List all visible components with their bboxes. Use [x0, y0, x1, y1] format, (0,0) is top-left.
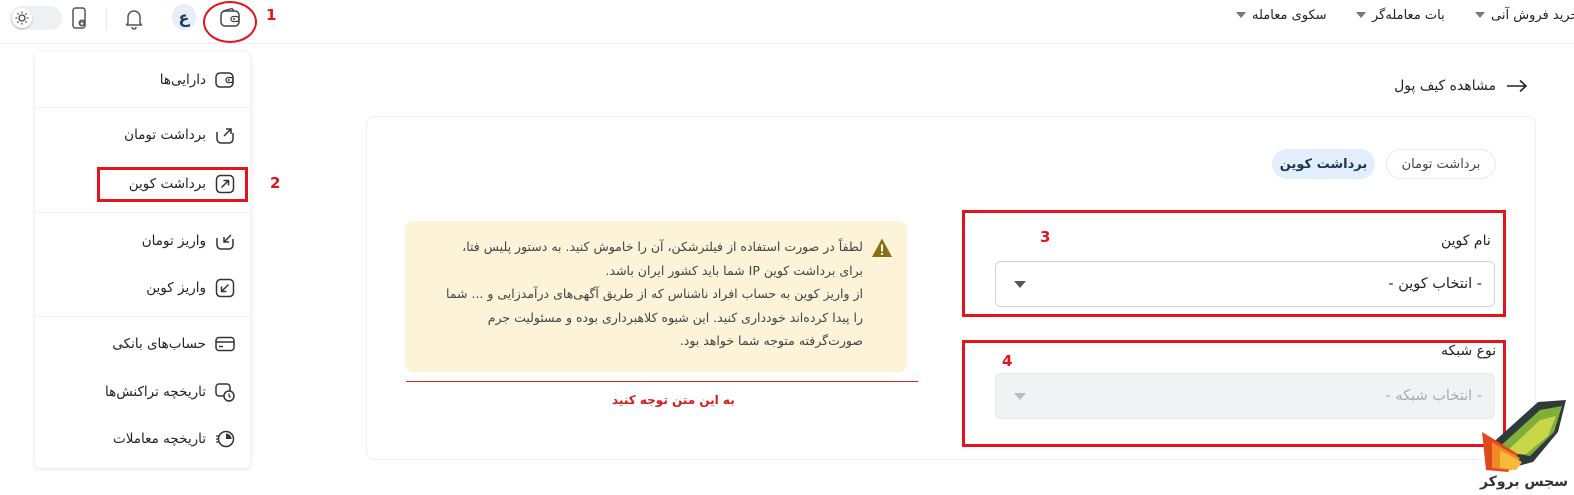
deposit-toman-icon: [216, 234, 234, 250]
nav-trading-bot[interactable]: بات معامله‌گر: [1356, 8, 1445, 23]
annotation-note: به این متن توجه کنید: [612, 393, 735, 407]
annotation-box-3: [962, 210, 1506, 317]
topbar-divider: [106, 8, 107, 30]
annotation-ellipse-1: [203, 1, 257, 43]
deposit-coin-icon: [215, 278, 235, 298]
withdraw-toman-icon: [216, 128, 234, 144]
view-wallet-link[interactable]: مشاهده کیف پول: [1394, 78, 1528, 94]
wallet-dropdown-menu: دارایی‌ها برداشت تومان برداشت کوین واریز…: [35, 52, 250, 468]
warning-text: لطفاً در صورت استفاده از فیلترشکن، آن را…: [429, 235, 863, 372]
watermark-text: سجس بروکر: [1479, 474, 1569, 490]
menu-divider: [35, 212, 250, 213]
theme-toggle[interactable]: [10, 6, 62, 30]
warning-line: برای برداشت کوین IP شما باید کشور ایران …: [605, 262, 863, 278]
warning-line: لطفاً در صورت استفاده از فیلترشکن، آن را…: [462, 239, 863, 254]
menu-divider: [35, 107, 250, 108]
nav-trading-platform[interactable]: سکوی معامله: [1236, 8, 1327, 23]
warning-box: لطفاً در صورت استفاده از فیلترشکن، آن را…: [405, 221, 907, 372]
menu-item-withdraw-toman[interactable]: برداشت تومان: [124, 121, 236, 149]
tab-withdraw-toman[interactable]: برداشت تومان: [1386, 149, 1496, 179]
mobile-download-icon[interactable]: [64, 4, 94, 32]
tab-withdraw-coin[interactable]: برداشت کوین: [1272, 149, 1375, 179]
menu-divider: [35, 316, 250, 317]
chevron-down-icon: [1475, 12, 1485, 18]
menu-item-assets[interactable]: دارایی‌ها: [160, 66, 236, 94]
trade-history-icon: [216, 430, 235, 448]
warning-icon: [872, 238, 892, 257]
user-avatar-badge[interactable]: ع: [172, 4, 196, 30]
warning-line: را پیدا کرده‌اند خودداری کنید. این شیوه …: [487, 309, 863, 325]
chevron-down-icon: [1236, 12, 1246, 18]
annotation-number-3: 3: [1040, 228, 1051, 246]
annotation-number-1: 1: [266, 6, 277, 24]
warning-line: صورت‌گرفته متوجه شما خواهد بود.: [679, 333, 863, 348]
annotation-number-4: 4: [1002, 352, 1013, 370]
notification-bell-icon[interactable]: [119, 4, 149, 32]
arrow-right-icon: [1507, 79, 1528, 93]
menu-item-deposit-coin[interactable]: واریز کوین: [146, 274, 236, 302]
bank-card-icon: [215, 336, 235, 352]
menu-item-transaction-history[interactable]: تاریخچه تراکنش‌ها: [105, 378, 236, 406]
wallet-icon: [215, 72, 234, 88]
transaction-history-icon: [215, 383, 235, 402]
nav-instant-trade[interactable]: خرید فروش آنی: [1475, 8, 1574, 23]
chevron-down-icon: [1356, 12, 1366, 18]
sun-icon: [12, 8, 32, 28]
annotation-box-2: [97, 167, 248, 202]
annotation-box-4: [962, 340, 1506, 447]
menu-item-deposit-toman[interactable]: واریز تومان: [142, 227, 236, 255]
menu-item-trade-history[interactable]: تاریخچه معاملات: [113, 425, 236, 453]
annotation-number-2: 2: [270, 174, 281, 192]
menu-item-bank-accounts[interactable]: حساب‌های بانکی: [112, 330, 236, 358]
warning-line: از واریز کوین به حساب افراد ناشناس که از…: [446, 286, 863, 301]
annotation-underline: [406, 381, 918, 382]
